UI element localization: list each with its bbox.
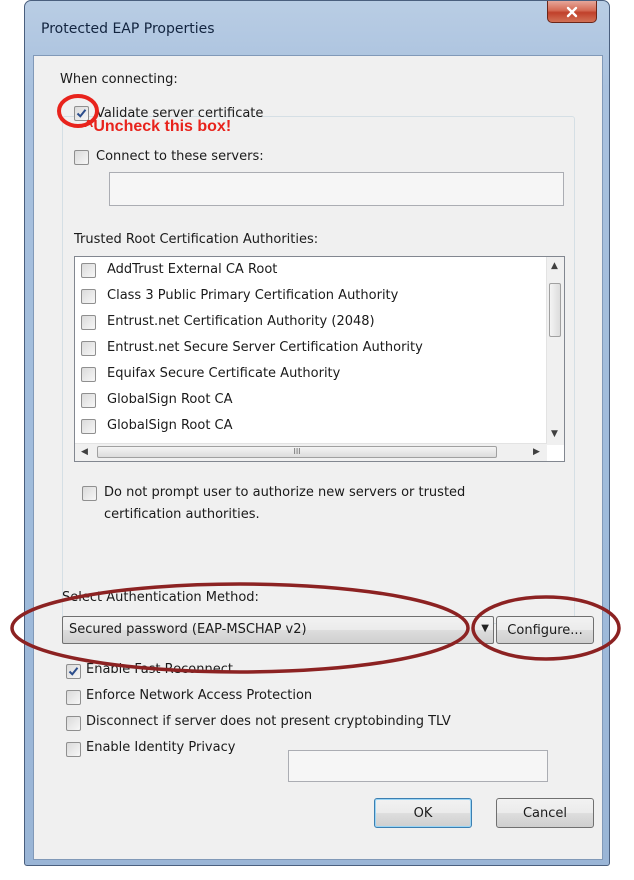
- fast-reconnect-label: Enable Fast Reconnect: [86, 662, 233, 677]
- ca-label: Equifax Secure Certificate Authority: [107, 366, 341, 381]
- cancel-button[interactable]: Cancel: [496, 798, 594, 828]
- scroll-down-icon[interactable]: ▼: [551, 429, 558, 439]
- ca-checkbox[interactable]: [81, 367, 96, 382]
- check-icon: [68, 667, 79, 676]
- trusted-ca-label: Trusted Root Certification Authorities:: [74, 232, 319, 247]
- when-connecting-heading: When connecting:: [60, 72, 178, 87]
- auth-method-value: Secured password (EAP-MSCHAP v2): [69, 622, 307, 637]
- ca-label: Entrust.net Certification Authority (204…: [107, 314, 375, 329]
- auth-method-label: Select Authentication Method:: [62, 590, 259, 605]
- close-icon: [566, 6, 578, 17]
- identity-privacy-label: Enable Identity Privacy: [86, 740, 236, 755]
- auth-method-select[interactable]: Secured password (EAP-MSCHAP v2) ▼: [62, 616, 494, 644]
- ok-button[interactable]: OK: [374, 798, 472, 828]
- ca-checkbox[interactable]: [81, 315, 96, 330]
- scroll-grip-icon: III: [293, 447, 301, 456]
- window-title: Protected EAP Properties: [41, 21, 215, 37]
- do-not-prompt-label-line2: certification authorities.: [104, 507, 260, 522]
- title-bar[interactable]: Protected EAP Properties: [25, 1, 609, 57]
- trusted-ca-list[interactable]: AddTrust External CA Root Class 3 Public…: [74, 256, 565, 462]
- ca-checkbox[interactable]: [81, 419, 96, 434]
- vertical-scrollbar[interactable]: ▲ ▼: [546, 257, 564, 445]
- nap-label: Enforce Network Access Protection: [86, 688, 313, 703]
- fast-reconnect-checkbox[interactable]: [66, 664, 81, 679]
- connect-servers-label: Connect to these servers:: [96, 149, 264, 164]
- ca-label: Entrust.net Secure Server Certification …: [107, 340, 423, 355]
- cryptobinding-label: Disconnect if server does not present cr…: [86, 714, 451, 729]
- vertical-scroll-thumb[interactable]: [549, 283, 561, 337]
- ca-checkbox[interactable]: [81, 289, 96, 304]
- configure-button[interactable]: Configure...: [496, 616, 594, 644]
- close-button[interactable]: [547, 1, 597, 23]
- scroll-right-icon[interactable]: ▶: [533, 447, 540, 457]
- dropdown-arrow-icon: ▼: [481, 623, 489, 634]
- ca-label: GlobalSign Root CA: [107, 418, 233, 433]
- ca-checkbox[interactable]: [81, 393, 96, 408]
- horizontal-scroll-thumb[interactable]: III: [97, 446, 497, 458]
- uncheck-annotation-text: ^Uncheck this box!: [84, 118, 232, 135]
- do-not-prompt-label-line1: Do not prompt user to authorize new serv…: [104, 485, 466, 500]
- ca-checkbox[interactable]: [81, 263, 96, 278]
- horizontal-scrollbar[interactable]: ◀ III ▶: [75, 443, 547, 461]
- do-not-prompt-checkbox[interactable]: [82, 486, 97, 501]
- cryptobinding-checkbox[interactable]: [66, 716, 81, 731]
- scroll-up-icon[interactable]: ▲: [551, 261, 558, 271]
- dialog-content: When connecting: Validate server certifi…: [33, 55, 603, 860]
- ca-label: Class 3 Public Primary Certification Aut…: [107, 288, 399, 303]
- servers-input[interactable]: [109, 172, 564, 206]
- identity-privacy-input[interactable]: [288, 750, 548, 782]
- ca-label: AddTrust External CA Root: [107, 262, 278, 277]
- identity-privacy-checkbox[interactable]: [66, 742, 81, 757]
- ca-label: GlobalSign Root CA: [107, 392, 233, 407]
- nap-checkbox[interactable]: [66, 690, 81, 705]
- scroll-left-icon[interactable]: ◀: [81, 447, 88, 457]
- ca-checkbox[interactable]: [81, 341, 96, 356]
- connect-servers-checkbox[interactable]: [74, 150, 89, 165]
